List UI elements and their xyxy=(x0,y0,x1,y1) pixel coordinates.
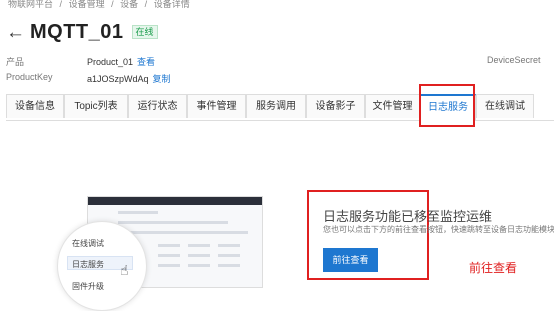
annotation-label: 前往查看 xyxy=(469,261,518,275)
illustration-row xyxy=(188,264,210,267)
copy-productkey-link[interactable]: 复制 xyxy=(153,74,171,84)
tab-event-management[interactable]: 事件管理 xyxy=(187,94,246,118)
illustration-menu-item: 固件升级 xyxy=(72,282,104,291)
tab-topic-list[interactable]: Topic列表 xyxy=(64,94,128,118)
illustration-row xyxy=(158,264,180,267)
product-label: 产品 xyxy=(6,57,25,67)
highlight-box-tab xyxy=(419,84,475,127)
view-product-link[interactable]: 查看 xyxy=(137,57,155,67)
illustration-row xyxy=(158,254,180,257)
notice-title: 日志服务功能已移至监控运维 xyxy=(323,209,493,224)
tab-online-debug[interactable]: 在线调试 xyxy=(476,94,534,118)
breadcrumb-separator: / xyxy=(144,0,148,9)
breadcrumb-item[interactable]: 设备管理 xyxy=(69,0,105,9)
illustration-row xyxy=(188,254,210,257)
illustration-menu-item: 日志服务 xyxy=(72,260,104,269)
tab-service-call[interactable]: 服务调用 xyxy=(246,94,306,118)
tab-device-shadow[interactable]: 设备影子 xyxy=(306,94,365,118)
illustration-row xyxy=(218,244,240,247)
illustration-row xyxy=(188,244,210,247)
productkey-value: a1JOSzpWdAq 复制 xyxy=(87,72,171,85)
breadcrumb-separator: / xyxy=(111,0,114,9)
productkey-text: a1JOSzpWdAq xyxy=(87,74,149,84)
illustration-topbar xyxy=(88,197,262,205)
illustration-menu-item: 在线调试 xyxy=(72,239,104,248)
breadcrumb-item: 设备详情 xyxy=(153,0,190,9)
illustration-row xyxy=(118,221,228,224)
tab-run-status[interactable]: 运行状态 xyxy=(128,94,187,118)
go-view-button[interactable]: 前往查看 xyxy=(323,248,378,272)
product-value: Product_01 查看 xyxy=(87,55,155,68)
notice-subtitle: 您也可以点击下方的前往查看按钮，快速跳转至设备日志功能模块 xyxy=(323,225,554,234)
page-title: MQTT_01 xyxy=(30,20,124,43)
status-badge: 在线 xyxy=(131,25,158,39)
arrow-left-icon[interactable]: ← xyxy=(6,23,26,42)
illustration-row xyxy=(118,211,158,214)
illustration-row xyxy=(218,264,240,267)
hand-pointer-icon: ☝ xyxy=(120,262,129,278)
tab-file-management[interactable]: 文件管理 xyxy=(365,94,420,118)
devicesecret-label: DeviceSecret xyxy=(487,55,541,65)
illustration-row xyxy=(158,244,180,247)
illustration-row xyxy=(218,254,240,257)
breadcrumb-separator: / xyxy=(59,0,63,9)
breadcrumb-item[interactable]: 设备 xyxy=(120,0,138,9)
productkey-label: ProductKey xyxy=(6,72,53,82)
illustration-row xyxy=(118,231,248,234)
page-header: ← MQTT_01 在线 xyxy=(6,19,158,45)
product-name: Product_01 xyxy=(87,57,134,67)
breadcrumb-item[interactable]: 物联网平台 xyxy=(8,0,53,9)
tab-device-info[interactable]: 设备信息 xyxy=(6,94,64,118)
breadcrumb: 物联网平台 / 设备管理 / 设备 / 设备详情 xyxy=(8,0,194,10)
